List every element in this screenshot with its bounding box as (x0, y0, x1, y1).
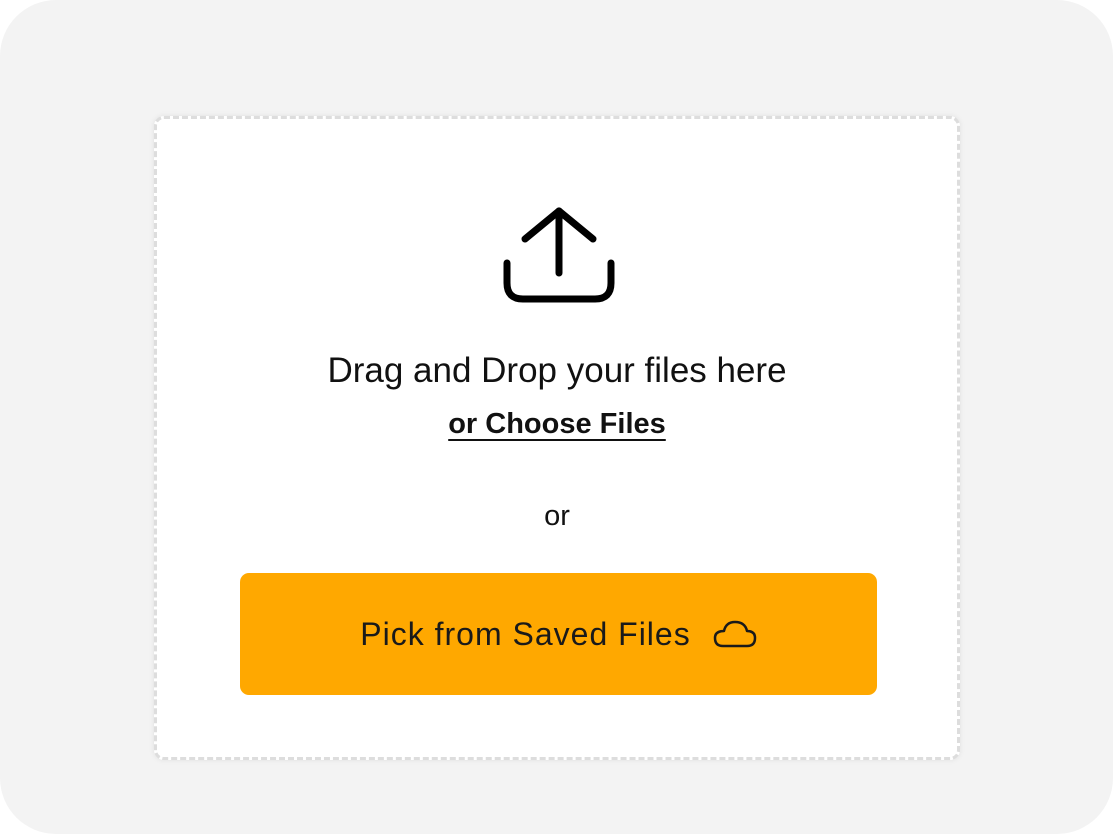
cloud-icon (713, 620, 756, 648)
page-background: Drag and Drop your files here or Choose … (0, 0, 1113, 834)
pick-saved-files-label: Pick from Saved Files (360, 615, 691, 652)
drag-drop-instruction: Drag and Drop your files here (327, 351, 787, 390)
pick-saved-files-button[interactable]: Pick from Saved Files (240, 573, 877, 695)
choose-files-link[interactable]: or Choose Files (448, 408, 666, 440)
file-dropzone[interactable]: Drag and Drop your files here or Choose … (154, 116, 960, 760)
or-separator: or (544, 500, 570, 532)
upload-icon (503, 207, 615, 303)
